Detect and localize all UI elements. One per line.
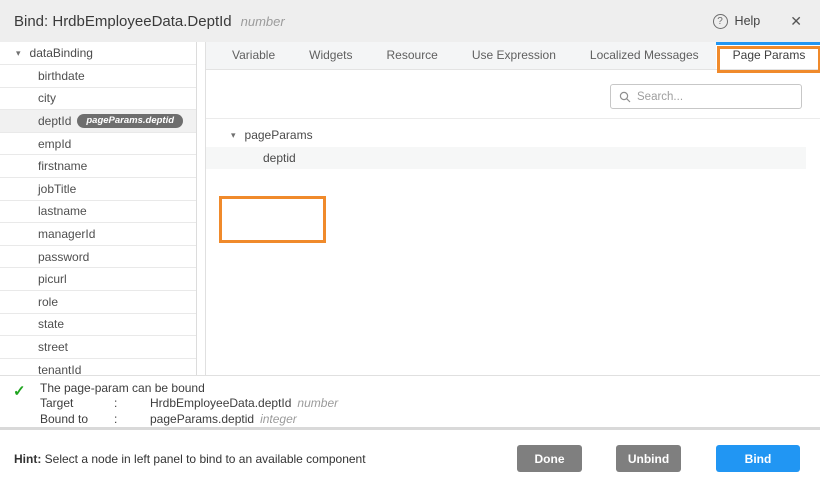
bind-button[interactable]: Bind [716, 445, 800, 472]
bound-to-type: integer [260, 412, 297, 428]
tab-label: Page Params [733, 48, 806, 62]
search-icon [619, 91, 631, 103]
tree-node-pageparams[interactable]: ▾ pageParams [206, 124, 820, 147]
footer-buttons: Done Unbind Bind [517, 445, 800, 472]
done-button[interactable]: Done [517, 445, 582, 472]
tree-node-managerid[interactable]: managerId [0, 223, 196, 246]
colon-separator: : [114, 396, 150, 412]
tree-node-label: managerId [38, 227, 95, 241]
tab-variable[interactable]: Variable [215, 42, 292, 69]
tree-node-label: deptid [263, 151, 296, 165]
dialog-title: Bind: HrdbEmployeeData.DeptId [14, 13, 232, 30]
tree-node-label: birthdate [38, 69, 85, 83]
tree-node-role[interactable]: role [0, 291, 196, 314]
tree-node-lastname[interactable]: lastname [0, 201, 196, 224]
bound-to-label: Bound to [40, 412, 114, 428]
search-box[interactable] [610, 84, 802, 109]
tree-node-empid[interactable]: empId [0, 133, 196, 156]
search-row [206, 70, 820, 119]
help-button[interactable]: Help [735, 14, 761, 28]
tree-node-label: tenantId [38, 363, 81, 375]
page-params-tree: ▾ pageParams deptid [206, 119, 820, 169]
tree-node-password[interactable]: password [0, 246, 196, 269]
tree-node-pageparams-deptid[interactable]: deptid [206, 147, 806, 170]
tab-resource[interactable]: Resource [370, 42, 455, 69]
target-label: Target [40, 396, 114, 412]
tree-node-label: city [38, 91, 56, 105]
tree-node-label: street [38, 340, 68, 354]
tree-node-databinding[interactable]: ▾ dataBinding [0, 42, 196, 65]
tab-localized-messages[interactable]: Localized Messages [573, 42, 716, 69]
dialog-header: Bind: HrdbEmployeeData.DeptId number ? H… [0, 0, 820, 42]
tree-node-jobtitle[interactable]: jobTitle [0, 178, 196, 201]
page-params-content: ▾ pageParams deptid [206, 70, 820, 375]
tree-node-label: password [38, 250, 89, 264]
bound-to-value: pageParams.deptid [150, 412, 254, 428]
status-target-row: Target : HrdbEmployeeData.deptId number [40, 396, 820, 412]
help-circle-icon[interactable]: ? [713, 14, 728, 29]
tab-widgets[interactable]: Widgets [292, 42, 369, 69]
binding-status-panel: ✓ The page-param can be bound Target : H… [0, 375, 820, 427]
status-message: The page-param can be bound [40, 381, 820, 396]
tree-node-label: firstname [38, 159, 87, 173]
search-input[interactable] [637, 91, 801, 103]
unbind-button[interactable]: Unbind [616, 445, 681, 472]
tree-node-label: empId [38, 137, 71, 151]
dialog-footer: Hint: Select a node in left panel to bin… [0, 430, 820, 487]
tree-node-label: picurl [38, 272, 67, 286]
success-check-icon: ✓ [13, 382, 26, 400]
tab-use-expression[interactable]: Use Expression [455, 42, 573, 69]
tree-node-tenantid[interactable]: tenantId [0, 359, 196, 375]
binding-badge: pageParams.deptid [77, 114, 183, 129]
tree-node-label: lastname [38, 204, 87, 218]
tree-node-label: dataBinding [30, 46, 93, 60]
close-icon[interactable]: ✕ [790, 13, 802, 30]
status-bound-row: Bound to : pageParams.deptid integer [40, 412, 820, 428]
dialog-body: ▾ dataBinding birthdate city deptId page… [0, 42, 820, 375]
tab-page-params[interactable]: Page Params [716, 42, 820, 69]
colon-separator: : [114, 412, 150, 428]
field-type-hint: number [241, 14, 285, 29]
tree-node-label: jobTitle [38, 182, 76, 196]
target-value: HrdbEmployeeData.deptId [150, 396, 291, 412]
chevron-down-icon: ▾ [16, 48, 21, 59]
tree-node-label: deptId [38, 114, 71, 128]
target-type: number [297, 396, 338, 412]
data-binding-tree: ▾ dataBinding birthdate city deptId page… [0, 42, 197, 375]
tree-node-label: pageParams [245, 128, 313, 142]
tree-node-city[interactable]: city [0, 88, 196, 111]
bind-dialog: Bind: HrdbEmployeeData.DeptId number ? H… [0, 0, 820, 487]
tree-node-picurl[interactable]: picurl [0, 268, 196, 291]
chevron-down-icon: ▾ [231, 130, 236, 141]
tree-node-birthdate[interactable]: birthdate [0, 65, 196, 88]
tree-node-firstname[interactable]: firstname [0, 155, 196, 178]
hint-text: Select a node in left panel to bind to a… [41, 452, 365, 466]
footer-hint: Hint: Select a node in left panel to bin… [14, 452, 366, 466]
binding-source-panel: Variable Widgets Resource Use Expression… [205, 42, 820, 375]
header-actions: ? Help ✕ [713, 13, 802, 30]
status-lines: The page-param can be bound Target : Hrd… [40, 381, 820, 427]
source-tabs: Variable Widgets Resource Use Expression… [206, 42, 820, 70]
annotation-box-pageparams-node [219, 196, 326, 243]
tree-node-label: role [38, 295, 58, 309]
tree-node-street[interactable]: street [0, 336, 196, 359]
tree-node-deptid[interactable]: deptId pageParams.deptid [0, 110, 196, 133]
tree-node-state[interactable]: state [0, 314, 196, 337]
hint-label: Hint: [14, 452, 41, 466]
tree-node-label: state [38, 317, 64, 331]
